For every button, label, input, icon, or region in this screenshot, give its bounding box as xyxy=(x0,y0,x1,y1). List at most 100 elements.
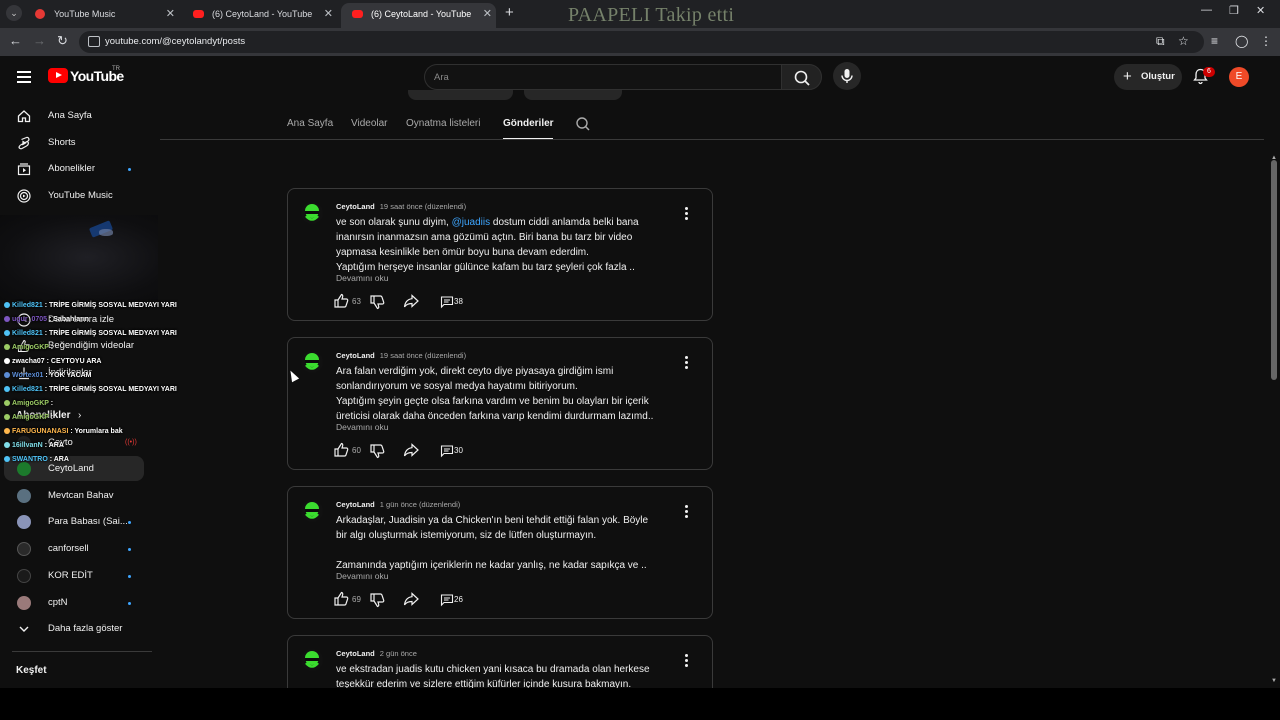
browser-tab-ceytoland-1[interactable]: (6) CeytoLand - YouTube ✕ xyxy=(182,3,337,28)
chat-badge-icon xyxy=(4,315,10,322)
close-icon[interactable]: ✕ xyxy=(324,3,333,25)
share-icon[interactable] xyxy=(403,293,419,309)
sidebar-item-label: cptN xyxy=(48,597,68,608)
post-timestamp[interactable]: 1 gün önce (düzenlendi) xyxy=(380,500,460,509)
channel-avatar[interactable] xyxy=(301,500,323,522)
dislike-icon[interactable] xyxy=(369,443,385,459)
browser-tab-youtube-music[interactable]: YouTube Music ✕ xyxy=(24,3,179,28)
sidebar-item-label: Abonelikler xyxy=(48,163,95,174)
sidebar-item-youtube-music[interactable]: YouTube Music xyxy=(0,183,155,209)
guide-menu-icon[interactable] xyxy=(17,71,31,83)
post-author-name[interactable]: CeytoLand xyxy=(336,351,375,360)
dislike-icon[interactable] xyxy=(369,294,385,310)
profile-icon[interactable]: ◯ xyxy=(1235,34,1248,48)
post-timestamp[interactable]: 19 saat önce (düzenlendi) xyxy=(380,351,466,360)
address-bar[interactable]: youtube.com/@ceytolandyt/posts ⧉ ☆ xyxy=(79,31,1204,53)
dislike-icon[interactable] xyxy=(369,592,385,608)
comment-icon[interactable] xyxy=(440,593,454,607)
reload-icon[interactable]: ↻ xyxy=(57,33,68,49)
sidebar-sub-mevtcan-bahav[interactable]: Mevtcan Bahav xyxy=(0,483,155,509)
more-options-icon[interactable] xyxy=(683,207,689,221)
channel-avatar xyxy=(17,569,31,583)
browser-menu-icon[interactable]: ⋮ xyxy=(1260,34,1272,48)
post-author: CeytoLand 2 gün önce xyxy=(336,649,417,658)
more-options-icon[interactable] xyxy=(683,356,689,370)
close-icon[interactable]: ✕ xyxy=(483,3,492,25)
restore-icon[interactable]: ❐ xyxy=(1229,4,1239,17)
sidebar-item-shorts[interactable]: Shorts xyxy=(0,130,155,156)
search-input[interactable] xyxy=(425,65,782,89)
channel-avatar[interactable] xyxy=(301,649,323,671)
new-tab-button[interactable]: + xyxy=(505,4,514,21)
tab-posts[interactable]: Gönderiler xyxy=(503,118,554,129)
post-timestamp[interactable]: 19 saat önce (düzenlendi) xyxy=(380,202,466,211)
comment-count[interactable]: 30 xyxy=(454,446,463,455)
comment-icon[interactable] xyxy=(440,444,454,458)
close-icon[interactable]: ✕ xyxy=(166,3,175,25)
post-text-segment: Yaptığım herşeye insanlar gülünce kafam … xyxy=(336,262,635,273)
sidebar-item-home[interactable]: Ana Sayfa xyxy=(0,103,155,129)
comment-icon[interactable] xyxy=(440,295,454,309)
subscriptions-icon xyxy=(17,163,31,176)
channel-header-button[interactable] xyxy=(408,90,513,100)
channel-header-button[interactable] xyxy=(524,90,622,100)
comment-count[interactable]: 38 xyxy=(454,297,463,306)
tab-search-button[interactable]: ⌄ xyxy=(6,5,22,21)
window-close-icon[interactable]: ✕ xyxy=(1256,4,1265,17)
share-icon[interactable] xyxy=(403,591,419,607)
media-controls-icon[interactable]: ≡ xyxy=(1211,34,1218,48)
channel-avatar[interactable] xyxy=(301,202,323,224)
like-icon[interactable] xyxy=(333,293,349,309)
post-author-name[interactable]: CeytoLand xyxy=(336,500,375,509)
sidebar-item-subscriptions[interactable]: Abonelikler xyxy=(0,156,155,182)
sidebar-sub-kor-edit[interactable]: KOR EDİT xyxy=(0,563,155,589)
channel-avatar[interactable] xyxy=(301,351,323,373)
forward-arrow-icon[interactable]: → xyxy=(33,33,46,48)
channel-search-icon[interactable] xyxy=(575,116,591,132)
minimize-icon[interactable]: — xyxy=(1201,4,1212,16)
browser-tab-strip: ⌄ YouTube Music ✕ (6) CeytoLand - YouTub… xyxy=(0,0,1280,28)
sidebar-sub-canforsell[interactable]: canforsell xyxy=(0,536,155,562)
post-timestamp[interactable]: 2 gün önce xyxy=(380,649,417,658)
back-arrow-icon[interactable]: ← xyxy=(9,33,22,48)
sidebar-show-more[interactable]: Daha fazla göster xyxy=(0,616,155,642)
post-author-name[interactable]: CeytoLand xyxy=(336,202,375,211)
share-icon[interactable] xyxy=(403,442,419,458)
ceytoland-logo-icon xyxy=(305,502,319,519)
chat-badge-icon xyxy=(4,371,10,378)
read-more-link[interactable]: Devamını oku xyxy=(336,422,388,432)
more-options-icon[interactable] xyxy=(683,505,689,519)
scrollbar-thumb[interactable] xyxy=(1271,160,1277,380)
sidebar-sub-cptn[interactable]: cptN xyxy=(0,590,155,616)
tab-playlists[interactable]: Oynatma listeleri xyxy=(406,118,480,129)
comment-count[interactable]: 26 xyxy=(454,595,463,604)
read-more-link[interactable]: Devamını oku xyxy=(336,273,388,283)
site-settings-icon[interactable] xyxy=(88,36,100,47)
voice-search-button[interactable] xyxy=(833,62,861,90)
like-icon[interactable] xyxy=(333,591,349,607)
mention-link[interactable]: @juadiis xyxy=(452,217,491,228)
streamer-webcam-overlay xyxy=(0,215,158,300)
post-text-segment: Zamanında yaptığım içeriklerin ne kadar … xyxy=(336,560,647,571)
more-options-icon[interactable] xyxy=(683,654,689,668)
tab-home[interactable]: Ana Sayfa xyxy=(287,118,333,129)
tab-videos[interactable]: Videolar xyxy=(351,118,388,129)
browser-tab-ceytoland-2[interactable]: (6) CeytoLand - YouTube ✕ xyxy=(341,3,496,28)
post-text-line: inanırsın inanmazsın ama gözümü açtın. B… xyxy=(336,230,676,245)
account-avatar[interactable]: E xyxy=(1229,67,1249,87)
url-text[interactable]: youtube.com/@ceytolandyt/posts xyxy=(105,31,245,53)
tab-title: YouTube Music xyxy=(54,9,116,19)
sidebar-item-label: Beğendiğim videolar xyxy=(48,340,135,351)
read-more-link[interactable]: Devamını oku xyxy=(336,571,388,581)
scroll-down-icon[interactable]: ▼ xyxy=(1271,678,1277,684)
create-button[interactable]: + Oluştur xyxy=(1114,64,1182,90)
install-app-icon[interactable]: ⧉ xyxy=(1156,34,1165,49)
sidebar-item-label: KOR EDİT xyxy=(48,570,93,581)
like-icon[interactable] xyxy=(333,442,349,458)
post-author-name[interactable]: CeytoLand xyxy=(336,649,375,658)
new-content-dot xyxy=(128,521,131,524)
post-card: CeytoLand 19 saat önce (düzenlendi) Ara fa… xyxy=(287,337,713,470)
bookmark-star-icon[interactable]: ☆ xyxy=(1178,34,1189,48)
sidebar-sub-para-babasi[interactable]: Para Babası (Sai... xyxy=(0,509,155,535)
search-button[interactable] xyxy=(781,64,822,90)
